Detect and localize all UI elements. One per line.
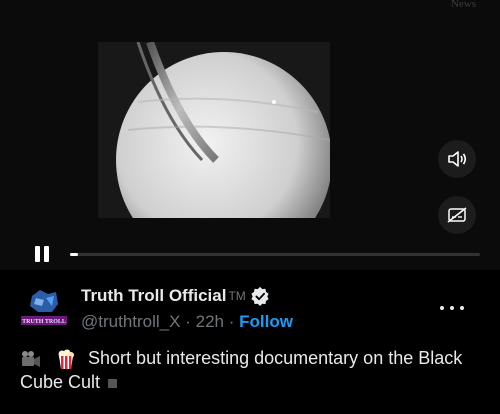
volume-button[interactable]: [438, 140, 476, 178]
progress-bar[interactable]: [70, 253, 480, 256]
saturn-image: [98, 42, 330, 218]
avatar[interactable]: TRUTH TROLL: [18, 286, 70, 338]
tweet-body: Short but interesting documentary on the…: [20, 348, 463, 393]
captions-off-icon: [447, 207, 467, 223]
text-end-marker: [108, 379, 118, 388]
display-name-suffix: TM: [228, 289, 246, 303]
progress-fill: [70, 253, 78, 256]
display-name-row: Truth Troll Official TM: [81, 286, 270, 306]
volume-icon: [448, 151, 467, 167]
verified-badge-icon[interactable]: [250, 286, 270, 306]
svg-text:TRUTH TROLL: TRUTH TROLL: [22, 319, 66, 325]
meta-separator: ·: [228, 312, 235, 331]
pause-button[interactable]: [33, 244, 53, 264]
popcorn-emoji: [58, 349, 75, 370]
handle[interactable]: @truthtroll_X: [81, 312, 180, 331]
playback-controls: [0, 236, 500, 270]
more-dots-icon: [440, 306, 444, 310]
captions-button[interactable]: [438, 196, 476, 234]
video-watermark: News: [450, 0, 476, 10]
tweet-meta: @truthtroll_X · 22h · Follow: [81, 312, 293, 332]
meta-separator: ·: [185, 312, 191, 331]
pause-icon: [35, 246, 40, 262]
movie-camera-emoji: [22, 351, 40, 368]
display-name[interactable]: Truth Troll Official: [81, 286, 226, 306]
video-frame-saturn: [98, 42, 330, 218]
tweet-header: TRUTH TROLL Truth Troll Official TM @tru…: [0, 282, 500, 342]
more-options-button[interactable]: [440, 302, 464, 314]
avatar-image: TRUTH TROLL: [18, 286, 70, 338]
timestamp[interactable]: 22h: [196, 312, 224, 331]
follow-button[interactable]: Follow: [239, 312, 293, 331]
video-player[interactable]: News: [0, 0, 500, 270]
tweet-text: Short but interesting documentary on the…: [20, 346, 480, 394]
